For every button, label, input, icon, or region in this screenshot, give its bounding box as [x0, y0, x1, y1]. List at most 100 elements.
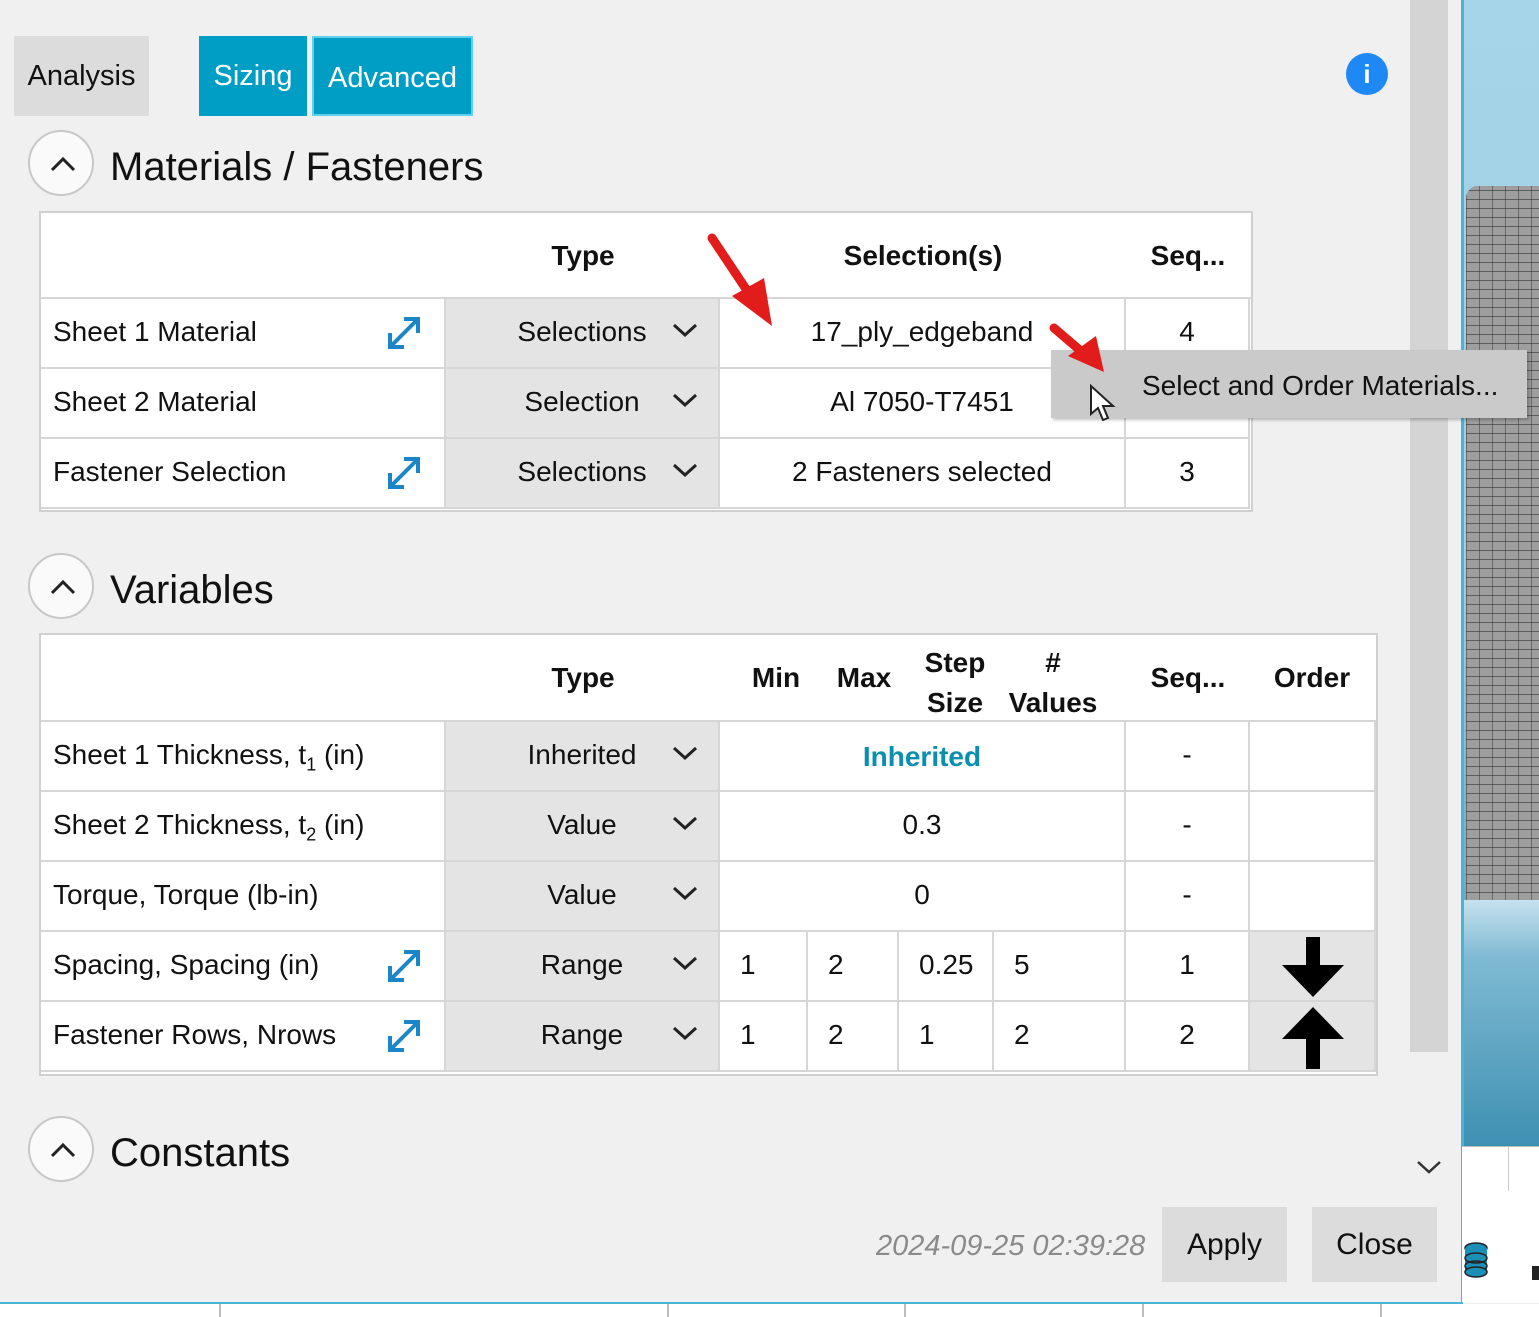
type-dropdown-value: Selection — [524, 386, 640, 417]
type-dropdown[interactable]: Range — [446, 1002, 720, 1072]
row-label-text: Spacing, Spacing (in) — [53, 949, 320, 980]
seq-cell: - — [1126, 792, 1250, 862]
min-input[interactable]: 1 — [720, 932, 808, 1002]
type-dropdown[interactable]: Selections — [446, 299, 720, 369]
selection-cell[interactable]: 2 Fasteners selected — [720, 439, 1126, 509]
max-input[interactable]: 2 — [808, 1002, 899, 1072]
table-row-label: Torque, Torque (lb-in) — [41, 862, 446, 932]
table-row-label: Spacing, Spacing (in) — [41, 932, 446, 1002]
type-dropdown-value: Value — [547, 809, 617, 840]
tab-analysis[interactable]: Analysis — [14, 36, 149, 116]
apply-button[interactable]: Apply — [1162, 1207, 1287, 1282]
materials-section-title: Materials / Fasteners — [110, 145, 484, 189]
info-icon[interactable]: i — [1346, 53, 1388, 95]
variables-header-min: Min — [751, 662, 801, 693]
variables-collapse-button[interactable] — [28, 553, 94, 619]
max-input[interactable]: 2 — [808, 932, 899, 1002]
constants-section-title: Constants — [110, 1131, 291, 1175]
red-arrow-icon — [1049, 323, 1104, 372]
seq-cell: 1 — [1126, 932, 1250, 1002]
values-count-input[interactable]: 2 — [994, 1002, 1126, 1072]
chevron-down-icon — [672, 393, 698, 408]
seq-cell: - — [1126, 722, 1250, 792]
tab-sizing[interactable]: Sizing — [199, 36, 307, 116]
chevron-up-icon — [50, 1142, 76, 1158]
type-dropdown[interactable]: Selections — [446, 439, 720, 509]
values-count-input[interactable]: 5 — [994, 932, 1126, 1002]
database-icon[interactable] — [1464, 1242, 1488, 1278]
chevron-down-icon — [1417, 1161, 1441, 1174]
table-row-label: Sheet 1 Material — [41, 299, 446, 369]
value-cell[interactable]: 0.3 — [720, 792, 1126, 862]
bottom-tab-strip — [0, 1304, 1539, 1317]
type-dropdown-value: Inherited — [527, 739, 637, 770]
row-label-text: Sheet 1 Thickness, t — [53, 739, 307, 770]
order-up-button[interactable] — [1250, 1002, 1376, 1072]
order-cell — [1250, 722, 1376, 792]
row-label-text: Fastener Selection — [53, 456, 287, 487]
type-dropdown[interactable]: Value — [446, 862, 720, 932]
close-button[interactable]: Close — [1312, 1207, 1437, 1282]
type-dropdown-value: Selections — [517, 316, 647, 347]
chevron-down-icon — [672, 746, 698, 761]
materials-header-seq: Seq... — [1150, 240, 1226, 271]
row-label-text: Sheet 2 Thickness, t — [53, 809, 307, 840]
viewport-status-bar — [1462, 1146, 1539, 1192]
table-row-label: Fastener Rows, Nrows — [41, 1002, 446, 1072]
header-step-line1: Step — [924, 647, 986, 678]
row-label-text: Torque, Torque (lb-in) — [53, 879, 319, 910]
tab-advanced[interactable]: Advanced — [312, 36, 473, 116]
step-input[interactable]: 1 — [899, 1002, 994, 1072]
order-cell — [1250, 792, 1376, 862]
table-row-label: Sheet 2 Thickness, t2 (in) — [41, 792, 446, 862]
model-viewport[interactable] — [1462, 0, 1539, 1190]
seq-cell: - — [1126, 862, 1250, 932]
type-dropdown-value: Range — [540, 1019, 624, 1050]
variables-header-values: # Values — [1000, 643, 1106, 723]
row-label-text: Fastener Rows, Nrows — [53, 1019, 337, 1050]
row-label-subscript: 2 — [306, 824, 317, 845]
diagonal-expand-icon[interactable] — [384, 946, 424, 986]
diagonal-expand-icon[interactable] — [384, 313, 424, 353]
variables-header-seq: Seq... — [1150, 662, 1226, 693]
type-dropdown[interactable]: Inherited — [446, 722, 720, 792]
step-input[interactable]: 0.25 — [899, 932, 994, 1002]
toolbar-edge-icon — [1532, 1266, 1539, 1280]
diagonal-expand-icon[interactable] — [384, 453, 424, 493]
value-cell[interactable]: 0 — [720, 862, 1126, 932]
diagonal-expand-icon[interactable] — [384, 1016, 424, 1056]
chevron-down-icon — [672, 886, 698, 901]
row-label-subscript: 1 — [306, 754, 317, 775]
variables-header-max: Max — [836, 662, 892, 693]
chevron-down-icon — [672, 323, 698, 338]
variables-section-title: Variables — [110, 568, 274, 612]
order-cell — [1250, 862, 1376, 932]
type-dropdown[interactable]: Selection — [446, 369, 720, 439]
row-label-text: Sheet 2 Material — [53, 386, 257, 417]
materials-header-type: Type — [551, 240, 615, 271]
min-input[interactable]: 1 — [720, 1002, 808, 1072]
type-dropdown[interactable]: Range — [446, 932, 720, 1002]
type-dropdown-value: Value — [547, 879, 617, 910]
variables-header-type: Type — [551, 662, 615, 693]
menu-item-select-and-order-materials[interactable]: Select and Order Materials... — [1142, 350, 1498, 422]
scrollbar-thumb[interactable] — [1410, 0, 1448, 1052]
header-values-line1: # — [1045, 647, 1061, 678]
variables-header-order: Order — [1273, 662, 1351, 693]
chevron-down-icon — [672, 956, 698, 971]
materials-header-selections: Selection(s) — [843, 240, 1003, 271]
constants-collapse-button[interactable] — [28, 1116, 94, 1182]
materials-collapse-button[interactable] — [28, 130, 94, 196]
table-row-label: Sheet 1 Thickness, t1 (in) — [41, 722, 446, 792]
chevron-down-icon — [672, 816, 698, 831]
scroll-down-button[interactable] — [1414, 1152, 1444, 1180]
tab-strip-divider — [1142, 1304, 1144, 1317]
table-row-label: Fastener Selection — [41, 439, 446, 509]
header-step-line2: Size — [926, 687, 984, 718]
type-dropdown[interactable]: Value — [446, 792, 720, 862]
order-down-button[interactable] — [1250, 932, 1376, 1002]
chevron-down-icon — [672, 463, 698, 478]
table-row-label: Sheet 2 Material — [41, 369, 446, 439]
header-values-line2: Values — [1008, 687, 1098, 718]
arrow-down-icon — [1282, 937, 1344, 997]
